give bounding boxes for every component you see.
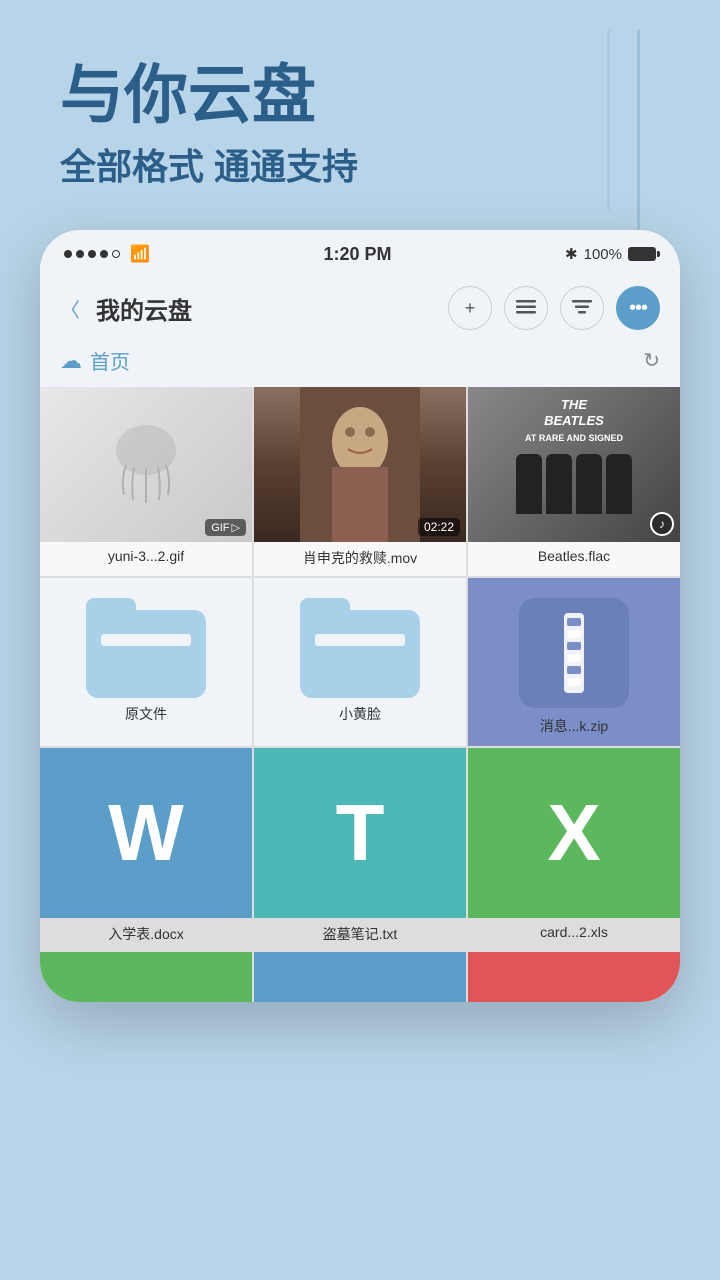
bluetooth-icon: ✱ bbox=[565, 245, 578, 263]
cloud-icon: ☁ bbox=[60, 348, 82, 374]
file-item-folder-2[interactable]: 小黄脸 bbox=[254, 578, 466, 746]
status-bar: 📶 1:20 PM ✱ 100% bbox=[40, 230, 680, 274]
figure-4 bbox=[606, 454, 632, 514]
strip-cell-1 bbox=[40, 952, 252, 1002]
signal-dots bbox=[64, 250, 120, 258]
sort-button[interactable] bbox=[560, 286, 604, 330]
gif-badge: GIF ▷ bbox=[205, 519, 246, 536]
folder-stripe bbox=[101, 634, 191, 646]
music-thumbnail: THEBEATLESAT RARE AND SIGNED ♪ bbox=[468, 387, 680, 542]
more-dots-icon: ••• bbox=[629, 297, 647, 320]
breadcrumb: ☁ 首页 ↻ bbox=[40, 342, 680, 387]
file-item-folder-1[interactable]: 原文件 bbox=[40, 578, 252, 746]
status-time: 1:20 PM bbox=[323, 244, 391, 265]
folder-1-name: 原文件 bbox=[44, 704, 248, 724]
more-button[interactable]: ••• bbox=[616, 286, 660, 330]
status-right: ✱ 100% bbox=[565, 245, 656, 263]
signal-dot-2 bbox=[76, 250, 84, 258]
gif-thumbnail: GIF ▷ bbox=[40, 387, 252, 542]
add-button[interactable]: + bbox=[448, 286, 492, 330]
signal-dot-5 bbox=[112, 250, 120, 258]
file-item-gif[interactable]: GIF ▷ yuni-3...2.gif bbox=[40, 387, 252, 576]
folder-body bbox=[86, 610, 206, 698]
beatles-album-text: THEBEATLESAT RARE AND SIGNED bbox=[525, 397, 623, 444]
file-item-music[interactable]: THEBEATLESAT RARE AND SIGNED ♪ Beatles.f… bbox=[468, 387, 680, 576]
list-icon bbox=[516, 300, 536, 316]
beatles-background: THEBEATLESAT RARE AND SIGNED bbox=[468, 387, 680, 542]
beatles-figures bbox=[516, 454, 632, 514]
docx-thumbnail: W bbox=[40, 748, 252, 918]
signal-dot-3 bbox=[88, 250, 96, 258]
file-item-video[interactable]: 02:22 肖申克的救赎.mov bbox=[254, 387, 466, 576]
video-thumbnail: 02:22 bbox=[254, 387, 466, 542]
folder-stripe-2 bbox=[315, 634, 405, 646]
folder-icon-1 bbox=[86, 598, 206, 698]
file-item-docx[interactable]: W 入学表.docx bbox=[40, 748, 252, 952]
phone-frame: 📶 1:20 PM ✱ 100% 〈 我的云盘 + bbox=[40, 230, 680, 1002]
gif-label: GIF bbox=[211, 522, 229, 534]
figure-2 bbox=[546, 454, 572, 514]
docx-filename: 入学表.docx bbox=[108, 924, 183, 952]
music-filename: Beatles.flac bbox=[468, 548, 680, 564]
battery-icon bbox=[628, 247, 656, 261]
breadcrumb-text: 首页 bbox=[90, 346, 130, 375]
app-subtitle: 全部格式 通通支持 bbox=[60, 138, 660, 190]
file-item-xls[interactable]: X card...2.xls bbox=[468, 748, 680, 952]
gif-filename: yuni-3...2.gif bbox=[40, 548, 252, 564]
jellyfish-image bbox=[106, 415, 186, 515]
signal-dot-1 bbox=[64, 250, 72, 258]
decorative-lines bbox=[637, 30, 640, 250]
file-item-zip[interactable]: 消息...k.zip bbox=[468, 578, 680, 746]
strip-cell-3 bbox=[468, 952, 680, 1002]
branding-area: 与你云盘 全部格式 通通支持 bbox=[0, 0, 720, 230]
folder-2-name: 小黄脸 bbox=[258, 704, 462, 724]
signal-dot-4 bbox=[100, 250, 108, 258]
list-view-button[interactable] bbox=[504, 286, 548, 330]
folder-icon-2 bbox=[300, 598, 420, 698]
folder-body-2 bbox=[300, 610, 420, 698]
nav-title: 我的云盘 bbox=[96, 291, 436, 326]
bottom-strip bbox=[40, 952, 680, 1002]
txt-filename: 盗墓笔记.txt bbox=[323, 924, 398, 952]
xls-filename: card...2.xls bbox=[540, 924, 608, 948]
zip-zipper-icon bbox=[539, 608, 609, 698]
strip-cell-2 bbox=[254, 952, 466, 1002]
app-title: 与你云盘 bbox=[60, 60, 660, 130]
nav-bar: 〈 我的云盘 + ••• bbox=[40, 274, 680, 342]
refresh-button[interactable]: ↻ bbox=[643, 348, 660, 373]
movie-scene bbox=[300, 387, 420, 542]
zip-icon bbox=[519, 598, 629, 708]
figure-1 bbox=[516, 454, 542, 514]
status-left: 📶 bbox=[64, 244, 150, 264]
figure-3 bbox=[576, 454, 602, 514]
file-grid: GIF ▷ yuni-3...2.gif bbox=[40, 387, 680, 952]
gif-play-icon: ▷ bbox=[232, 521, 240, 534]
battery-percent: 100% bbox=[584, 246, 622, 263]
xls-thumbnail: X bbox=[468, 748, 680, 918]
zip-filename: 消息...k.zip bbox=[540, 716, 608, 736]
music-icon: ♪ bbox=[659, 517, 665, 531]
video-filename: 肖申克的救赎.mov bbox=[254, 548, 466, 568]
back-button[interactable]: 〈 bbox=[60, 294, 80, 323]
sort-icon bbox=[572, 300, 592, 316]
file-item-txt[interactable]: T 盗墓笔记.txt bbox=[254, 748, 466, 952]
txt-thumbnail: T bbox=[254, 748, 466, 918]
wifi-icon: 📶 bbox=[130, 244, 150, 264]
breadcrumb-left: ☁ 首页 bbox=[60, 346, 130, 375]
video-duration-badge: 02:22 bbox=[418, 518, 460, 536]
